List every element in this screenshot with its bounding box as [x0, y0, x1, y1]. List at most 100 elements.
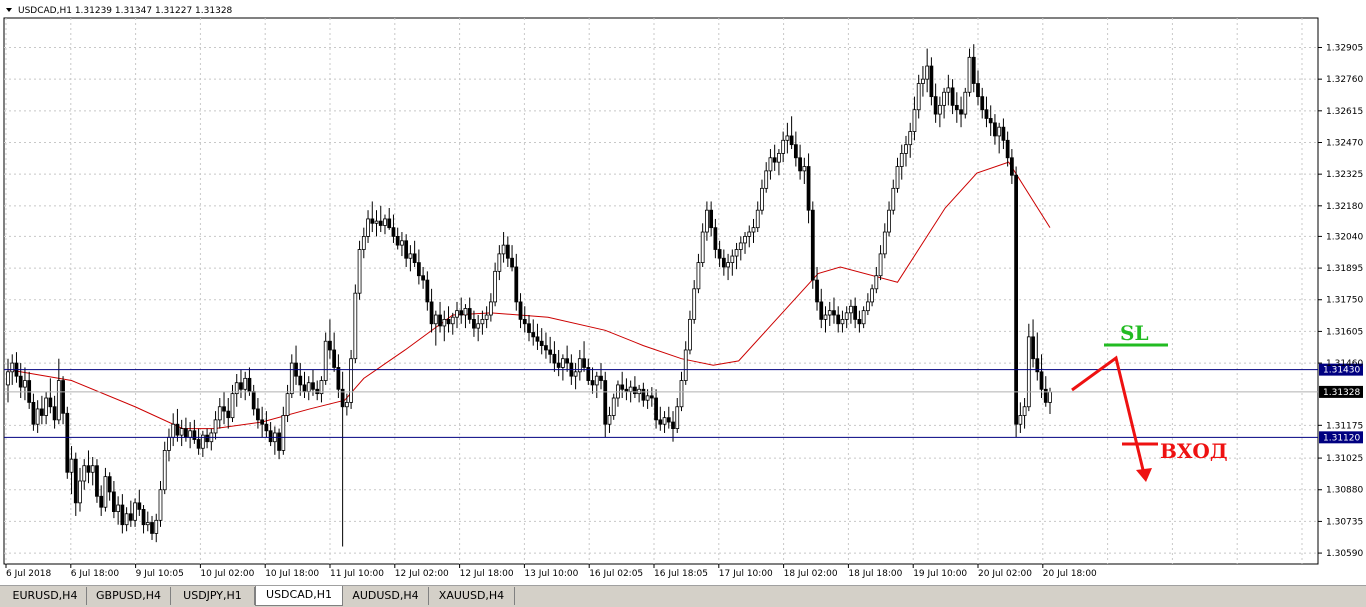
candle-body: [378, 220, 383, 226]
candle-body: [887, 209, 891, 233]
time-tick-label: 12 Jul 02:00: [395, 569, 449, 579]
candle-body: [590, 380, 595, 386]
candle-body: [832, 310, 836, 316]
candle-body: [112, 491, 116, 512]
time-tick-label: 6 Jul 2018: [6, 569, 51, 579]
candle-body: [641, 388, 646, 401]
candle-body: [493, 270, 497, 303]
candle-body: [760, 187, 764, 211]
candle-body: [391, 227, 396, 237]
candle-body: [404, 240, 409, 259]
tab-eurusd-h4[interactable]: EURUSD,H4: [4, 587, 87, 605]
tab-gbpusd-h4[interactable]: GBPUSD,H4: [87, 587, 171, 605]
candle-body: [946, 87, 951, 93]
candle-body: [561, 358, 565, 368]
candle-body: [421, 275, 425, 281]
tab-usdcad-h1[interactable]: USDCAD,H1: [255, 586, 343, 606]
time-tick-label: 10 Jul 18:00: [265, 569, 319, 579]
candle-body: [954, 104, 959, 111]
candle-body: [370, 218, 375, 224]
candle-body: [289, 362, 294, 395]
candle-body: [116, 504, 121, 512]
candle-body: [539, 340, 544, 346]
candle-body: [836, 314, 841, 325]
dropdown-triangle-icon[interactable]: [6, 8, 12, 12]
candle-body: [133, 502, 137, 521]
candle-body: [268, 430, 273, 443]
candle-body: [285, 393, 290, 416]
time-tick-label: 17 Jul 10:00: [719, 569, 773, 579]
candle-body: [217, 406, 222, 421]
candle-body: [1009, 157, 1014, 176]
price-tick-label: 1.32760: [1326, 75, 1363, 85]
candle-body: [882, 231, 887, 255]
candlesticks: [6, 44, 1052, 547]
time-tick-label: 20 Jul 02:00: [978, 569, 1032, 579]
candle-body: [527, 323, 531, 333]
candle-body: [222, 406, 226, 412]
candle-body: [726, 262, 730, 268]
candle-body: [755, 209, 760, 229]
candle-body: [565, 358, 570, 364]
candle-body: [171, 423, 176, 438]
tab-usdjpy-h1[interactable]: USDJPY,H1: [171, 587, 255, 605]
candle-body: [505, 244, 510, 259]
candle-body: [1005, 139, 1010, 159]
candle-body: [730, 255, 735, 264]
candle-body: [213, 419, 218, 434]
candle-body: [412, 253, 417, 264]
candle-body: [65, 412, 70, 473]
candle-body: [103, 476, 108, 508]
tab-audusd-h4[interactable]: AUDUSD,H4: [343, 587, 429, 605]
candle-body: [463, 308, 468, 316]
candle-body: [311, 382, 315, 390]
candle-body: [78, 480, 82, 504]
candle-body: [777, 153, 781, 163]
candle-body: [849, 305, 853, 314]
candle-body: [416, 262, 421, 277]
candle-body: [937, 104, 942, 115]
candle-body: [459, 310, 464, 316]
price-tick-label: 1.31750: [1326, 296, 1363, 306]
candle-body: [361, 235, 366, 250]
candle-body: [793, 144, 798, 159]
candle-body: [671, 421, 675, 429]
candle-body: [1014, 174, 1018, 425]
candle-body: [645, 395, 650, 401]
candle-body: [743, 235, 747, 244]
price-tick-label: 1.31460: [1326, 359, 1363, 369]
candle-body: [891, 187, 896, 211]
candle-body: [535, 336, 540, 342]
candle-body: [573, 371, 578, 377]
candle-body: [472, 318, 476, 329]
candle-body: [713, 227, 718, 250]
candle-body: [31, 401, 36, 425]
candle-body: [984, 109, 989, 119]
candle-body: [899, 153, 904, 167]
price-tick-label: 1.30735: [1326, 517, 1363, 527]
candle-body: [90, 465, 95, 473]
candle-body: [675, 406, 680, 429]
candle-body: [438, 314, 442, 327]
price-chart[interactable]: 1.314301.311201.31328 1.329051.327601.32…: [0, 0, 1366, 585]
candle-body: [264, 423, 269, 432]
candle-body: [967, 56, 972, 93]
candle-body: [904, 144, 908, 154]
time-tick-label: 13 Jul 10:00: [524, 569, 578, 579]
candle-body: [1018, 415, 1023, 425]
candle-body: [6, 371, 10, 386]
candle-body: [552, 353, 557, 364]
candle-body: [518, 301, 523, 320]
candle-body: [908, 131, 913, 146]
candle-body: [306, 382, 311, 392]
plot-frame: [3, 17, 1319, 565]
candle-body: [107, 476, 112, 493]
tab-xauusd-h4[interactable]: XAUUSD,H4: [429, 587, 515, 605]
candle-body: [383, 218, 387, 226]
candle-body: [298, 375, 303, 386]
candle-body: [683, 349, 688, 381]
candle-body: [141, 508, 146, 526]
candle-body: [226, 410, 231, 419]
candle-body: [95, 465, 99, 497]
candle-body: [128, 513, 133, 521]
